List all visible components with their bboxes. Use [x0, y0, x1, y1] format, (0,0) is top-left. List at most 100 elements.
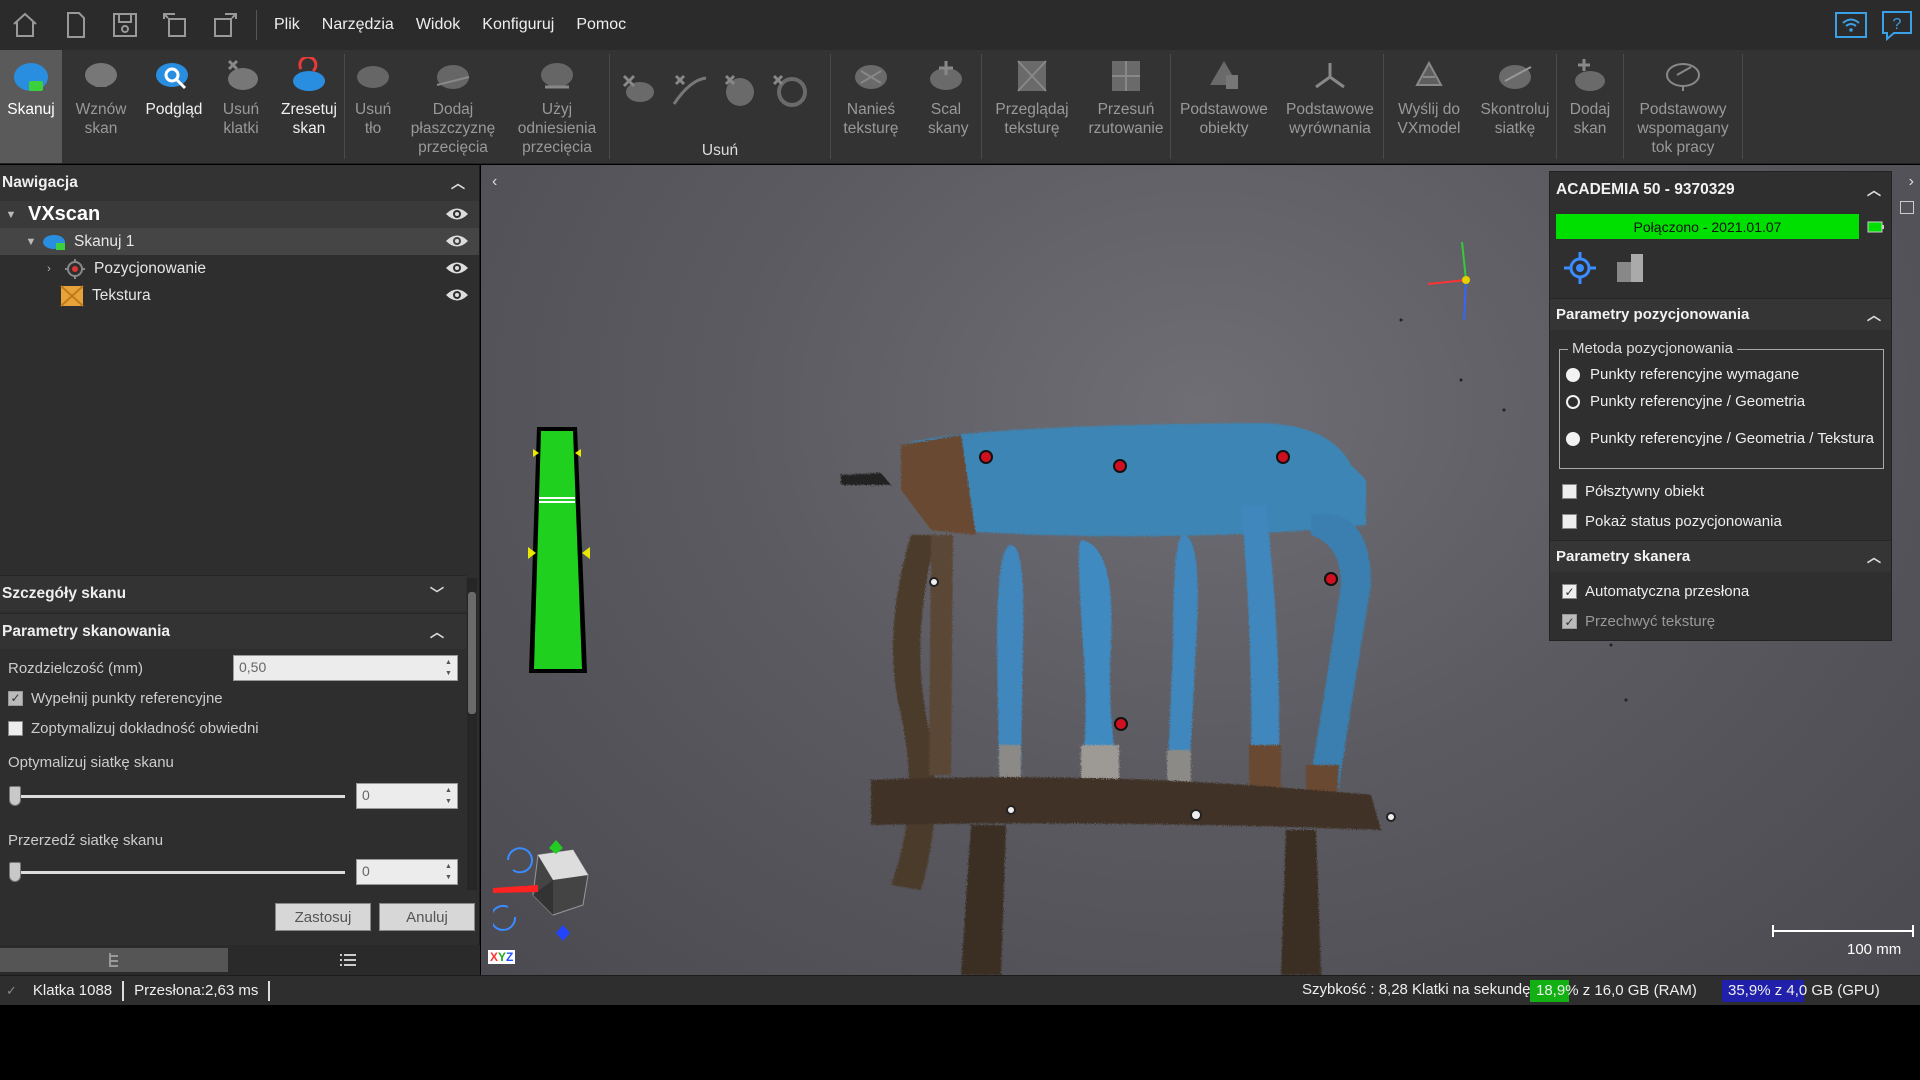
- show-status-checkbox[interactable]: [1562, 514, 1577, 529]
- collapse-icon[interactable]: ︿: [451, 173, 465, 193]
- params-scrollbar-thumb[interactable]: [468, 592, 476, 714]
- browse-texture-button[interactable]: Przeglądaj teksturę: [982, 50, 1082, 163]
- resolution-value: 0,50: [239, 659, 267, 675]
- menu-separator: [256, 10, 257, 40]
- resolution-spinner[interactable]: ▲ ▼: [445, 658, 455, 678]
- fill-targets-checkbox[interactable]: ✓: [8, 690, 23, 706]
- cancel-button[interactable]: Anuluj: [379, 903, 475, 931]
- scanner-params-title: Parametry skanera: [1556, 548, 1691, 565]
- tree-root[interactable]: ▼ VXscan: [0, 201, 479, 228]
- help-icon[interactable]: ?: [1880, 8, 1914, 42]
- params-scrollbar[interactable]: [467, 578, 477, 890]
- use-cut-reference-button[interactable]: Użyj odniesienia przecięcia: [505, 50, 609, 163]
- collapse-icon[interactable]: ︿: [430, 622, 444, 642]
- optimize-row[interactable]: Zoptymalizuj dokładność obwiedni: [0, 713, 466, 743]
- delete-frames-button[interactable]: Usuń klatki: [208, 50, 274, 163]
- menu-file[interactable]: Plik: [263, 0, 311, 50]
- tree-item-texture[interactable]: Tekstura: [0, 282, 479, 309]
- expand-icon[interactable]: ﹀: [430, 584, 444, 604]
- delete-isolated-icon[interactable]: [618, 70, 662, 110]
- undo-icon[interactable]: [150, 0, 200, 50]
- delete-selection-icon[interactable]: [668, 70, 712, 110]
- visibility-eye-icon[interactable]: [445, 232, 469, 250]
- device-panel-header[interactable]: ACADEMIA 50 - 9370329 ︿: [1550, 172, 1891, 208]
- collapse-icon[interactable]: ︿: [1867, 547, 1881, 567]
- auto-shutter-checkbox[interactable]: ✓: [1562, 584, 1577, 599]
- add-cut-plane-button[interactable]: Dodaj płaszczyznę przecięcia: [401, 50, 505, 163]
- decimate-spinner[interactable]: ▲ ▼: [445, 862, 455, 882]
- expand-icon[interactable]: ▼: [4, 209, 18, 221]
- optimize-checkbox[interactable]: [8, 720, 23, 736]
- expand-icon[interactable]: ▼: [24, 236, 38, 248]
- semi-rigid-checkbox[interactable]: [1562, 484, 1577, 499]
- move-projection-icon: [1104, 56, 1148, 96]
- method-option-targets[interactable]: Punkty referencyjne wymagane: [1566, 366, 1799, 383]
- merge-scans-button[interactable]: Scal skany: [911, 50, 981, 163]
- scan-button[interactable]: Skanuj: [0, 50, 62, 163]
- collapse-icon[interactable]: ︿: [1867, 305, 1881, 325]
- basic-alignments-button[interactable]: Podstawowe wyrównania: [1277, 50, 1383, 163]
- positioning-mode-icon[interactable]: [1560, 250, 1600, 286]
- visibility-eye-icon[interactable]: [445, 286, 469, 304]
- send-vxmodel-button[interactable]: Wyślij do VXmodel: [1384, 50, 1474, 163]
- remove-background-button[interactable]: Usuń tło: [345, 50, 401, 163]
- wifi-icon[interactable]: [1834, 8, 1868, 42]
- semi-rigid-row[interactable]: Półsztywny obiekt: [1562, 483, 1704, 500]
- menu-view[interactable]: Widok: [405, 0, 471, 50]
- optimize-mesh-spinner[interactable]: ▲ ▼: [445, 786, 455, 806]
- delete-frames-label: Usuń klatki: [222, 101, 260, 137]
- menu-configure[interactable]: Konfiguruj: [471, 0, 565, 50]
- optimize-mesh-slider-thumb[interactable]: [9, 786, 21, 806]
- positioning-params-header[interactable]: Parametry pozycjonowania ︿: [1550, 298, 1891, 330]
- redo-icon[interactable]: [200, 0, 250, 50]
- method-option-targets-geometry-texture[interactable]: Punkty referencyjne / Geometria / Tekstu…: [1566, 430, 1874, 447]
- visibility-eye-icon[interactable]: [445, 259, 469, 277]
- new-file-icon[interactable]: [50, 0, 100, 50]
- show-status-row[interactable]: Pokaż status pozycjonowania: [1562, 513, 1782, 530]
- optimize-mesh-input[interactable]: 0 ▲ ▼: [356, 783, 458, 809]
- resolution-input[interactable]: 0,50 ▲ ▼: [233, 655, 458, 681]
- send-vxmodel-icon: [1407, 56, 1451, 96]
- fill-targets-row[interactable]: ✓ Wypełnij punkty referencyjne: [0, 683, 466, 713]
- decimate-slider[interactable]: [12, 871, 345, 874]
- delete-ring-icon[interactable]: [768, 70, 812, 110]
- method-option-targets-geometry[interactable]: Punkty referencyjne / Geometria: [1566, 393, 1805, 410]
- scan-details-header[interactable]: Szczegóły skanu ﹀: [0, 575, 466, 611]
- check-mesh-button[interactable]: Skontroluj siatkę: [1474, 50, 1556, 163]
- auto-shutter-row[interactable]: ✓ Automatyczna przesłona: [1562, 583, 1749, 600]
- home-icon[interactable]: [0, 0, 50, 50]
- menu-tools[interactable]: Narzędzia: [311, 0, 405, 50]
- resume-scan-button[interactable]: Wznów skan: [62, 50, 140, 163]
- optimize-mesh-slider[interactable]: [12, 795, 345, 798]
- add-scan-button[interactable]: Dodaj skan: [1557, 50, 1623, 163]
- tab-tree-view[interactable]: [0, 948, 228, 972]
- preview-button[interactable]: Podgląd: [140, 50, 208, 163]
- basic-objects-button[interactable]: Podstawowe obiekty: [1171, 50, 1277, 163]
- capture-texture-row[interactable]: ✓ Przechwyć teksturę: [1562, 613, 1715, 630]
- move-projection-button[interactable]: Przesuń rzutowanie: [1082, 50, 1170, 163]
- scanner-icon[interactable]: [1613, 250, 1649, 286]
- radio-button-selected[interactable]: [1566, 394, 1580, 409]
- expand-icon[interactable]: ›: [42, 263, 56, 275]
- apply-texture-button[interactable]: Nanieś teksturę: [831, 50, 911, 163]
- tab-list-view[interactable]: [234, 948, 462, 972]
- decimate-slider-thumb[interactable]: [9, 862, 21, 882]
- guided-workflow-button[interactable]: Podstawowy wspomagany tok pracy: [1624, 50, 1742, 163]
- tree-item-scan[interactable]: ▼ Skanuj 1: [0, 228, 479, 255]
- scanner-params-header[interactable]: Parametry skanera ︿: [1550, 540, 1891, 572]
- delete-sphere-icon[interactable]: [718, 70, 762, 110]
- radio-button[interactable]: [1566, 367, 1580, 382]
- save-icon[interactable]: [100, 0, 150, 50]
- capture-texture-checkbox[interactable]: ✓: [1562, 614, 1577, 629]
- menu-help[interactable]: Pomoc: [565, 0, 637, 50]
- navigation-header[interactable]: Nawigacja ︿: [0, 165, 479, 201]
- apply-button[interactable]: Zastosuj: [275, 903, 371, 931]
- scan-params-header[interactable]: Parametry skanowania ︿: [0, 613, 466, 649]
- decimate-input[interactable]: 0 ▲ ▼: [356, 859, 458, 885]
- radio-button[interactable]: [1566, 431, 1580, 446]
- tree-item-positioning[interactable]: › Pozycjonowanie: [0, 255, 479, 282]
- add-cut-plane-icon: [431, 56, 475, 96]
- collapse-icon[interactable]: ︿: [1867, 180, 1881, 200]
- reset-scan-button[interactable]: Zresetuj skan: [274, 50, 344, 163]
- visibility-eye-icon[interactable]: [445, 205, 469, 223]
